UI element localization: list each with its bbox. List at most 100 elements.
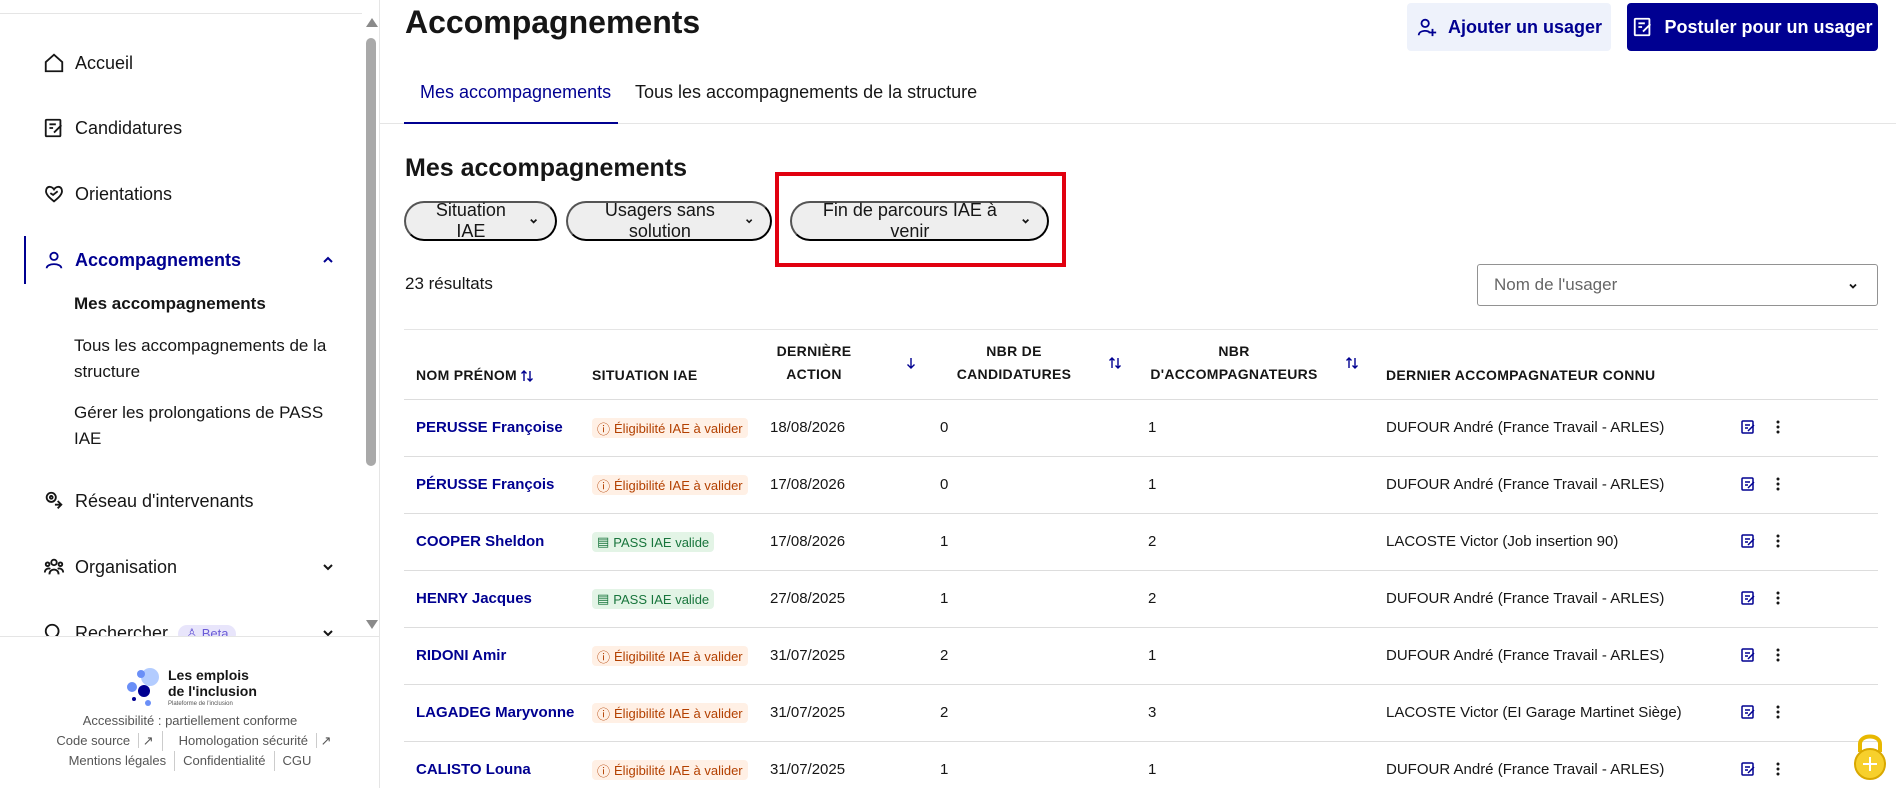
- sidebar-item-reseau[interactable]: Réseau d'intervenants: [0, 488, 362, 514]
- app-root: Accueil Candidatures Orientations Accomp…: [0, 0, 1896, 788]
- col-dernier-accompagnateur: DERNIER ACCOMPAGNATEUR CONNU: [1386, 367, 1656, 383]
- sidebar-scrollbar[interactable]: [364, 14, 378, 636]
- sidebar-item-accueil[interactable]: Accueil: [0, 50, 362, 76]
- chevron-down-icon: [1021, 219, 1029, 224]
- footer-link-confidentialite[interactable]: Confidentialité: [175, 751, 275, 771]
- tab-mes-accompagnements[interactable]: Mes accompagnements: [420, 82, 611, 103]
- sort-both-icon[interactable]: [1345, 356, 1359, 370]
- status-badge: ⓘ Éligibilité IAE à valider: [592, 475, 748, 495]
- sidebar-subitem-tous-accompagnements[interactable]: Tous les accompagnements de la structure: [74, 333, 354, 385]
- col-nbr-candidatures[interactable]: NBR DE CANDIDATURES: [944, 340, 1084, 386]
- more-options-icon[interactable]: [1770, 533, 1786, 549]
- apply-edit-icon[interactable]: [1740, 590, 1756, 606]
- more-options-icon[interactable]: [1770, 704, 1786, 720]
- user-name-link[interactable]: HENRY Jacques: [416, 590, 532, 607]
- emplois-inclusion-logo[interactable]: Les emplois de l'inclusion Plateforme de …: [122, 665, 282, 709]
- sidebar-subitem-mes-accompagnements[interactable]: Mes accompagnements: [74, 291, 354, 317]
- sidebar-item-label: Accompagnements: [75, 249, 242, 270]
- last-action-date: 31/07/2025: [770, 761, 846, 778]
- col-derniere-action[interactable]: DERNIÈRE ACTION: [754, 340, 874, 386]
- apply-edit-icon[interactable]: [1740, 533, 1756, 549]
- nb-candidatures: 1: [940, 590, 949, 607]
- scroll-up-arrow-icon[interactable]: [366, 18, 378, 27]
- apply-edit-icon[interactable]: [1740, 761, 1756, 777]
- user-name-link[interactable]: PERUSSE Françoise: [416, 419, 563, 436]
- nb-accompagnateurs: 2: [1148, 533, 1157, 550]
- last-accompagnateur: DUFOUR André (France Travail - ARLES): [1386, 761, 1665, 778]
- tab-tous-accompagnements[interactable]: Tous les accompagnements de la structure: [635, 82, 977, 103]
- apply-edit-icon[interactable]: [1740, 419, 1756, 435]
- table-header: NOM PRÉNOM SITUATION IAE DERNIÈRE ACTION …: [404, 329, 1878, 400]
- more-options-icon[interactable]: [1770, 476, 1786, 492]
- sort-down-icon[interactable]: [904, 356, 918, 370]
- more-options-icon[interactable]: [1770, 419, 1786, 435]
- sidebar-item-candidatures[interactable]: Candidatures: [0, 115, 362, 141]
- warning-circle-icon: ⓘ: [597, 763, 611, 779]
- user-name-link[interactable]: RIDONI Amir: [416, 647, 506, 664]
- apply-for-user-button[interactable]: Postuler pour un usager: [1627, 3, 1878, 51]
- warning-circle-icon: ⓘ: [597, 649, 611, 665]
- scroll-down-arrow-icon[interactable]: [366, 620, 378, 629]
- footer-link-homologation[interactable]: Homologation sécurité ↗: [163, 731, 340, 751]
- chevron-up-icon: [323, 256, 333, 263]
- warning-circle-icon: ⓘ: [597, 478, 611, 494]
- sidebar-subitem-prolongations[interactable]: Gérer les prolongations de PASS IAE: [74, 400, 354, 452]
- user-name-link[interactable]: COOPER Sheldon: [416, 533, 544, 550]
- sort-both-icon[interactable]: [520, 369, 534, 383]
- home-icon: [42, 51, 66, 75]
- sidebar-item-accompagnements[interactable]: Accompagnements: [0, 247, 362, 273]
- sort-both-icon[interactable]: [1108, 356, 1122, 370]
- more-options-icon[interactable]: [1770, 761, 1786, 777]
- apply-edit-icon[interactable]: [1740, 647, 1756, 663]
- footer-link-code-source[interactable]: Code source ↗: [40, 731, 163, 751]
- footer-link-mentions[interactable]: Mentions légales: [61, 751, 176, 771]
- results-count: 23 résultats: [405, 274, 493, 293]
- user-name-select[interactable]: Nom de l'usager: [1477, 264, 1878, 306]
- sidebar: Accueil Candidatures Orientations Accomp…: [0, 0, 380, 788]
- footer-link-cgu[interactable]: CGU: [275, 751, 320, 771]
- footer-link-accessibilite[interactable]: Accessibilité : partiellement conforme: [75, 711, 306, 731]
- sidebar-item-label: Orientations: [75, 183, 173, 204]
- nb-candidatures: 0: [940, 419, 949, 436]
- user-add-icon: [1417, 18, 1437, 37]
- id-card-icon: ▤: [597, 534, 610, 549]
- user-name-link[interactable]: LAGADEG Maryvonne: [416, 704, 574, 721]
- logo-dots-icon: [127, 668, 159, 706]
- col-situation-iae: SITUATION IAE: [592, 367, 698, 383]
- edit-document-icon: [1634, 17, 1652, 37]
- col-nbr-accompagnateurs[interactable]: NBR D'ACCOMPAGNATEURS: [1144, 340, 1324, 386]
- filter-situation-iae[interactable]: Situation IAE: [404, 200, 557, 241]
- user-name-link[interactable]: CALISTO Louna: [416, 761, 531, 778]
- scrollbar-thumb[interactable]: [366, 38, 376, 466]
- col-nom-prenom[interactable]: NOM PRÉNOM: [416, 364, 517, 387]
- more-options-icon[interactable]: [1770, 647, 1786, 663]
- id-card-icon: ▤: [597, 591, 610, 606]
- map-pin-icon: [42, 489, 66, 513]
- last-accompagnateur: LACOSTE Victor (Job insertion 90): [1386, 533, 1619, 550]
- last-action-date: 27/08/2025: [770, 590, 846, 607]
- page-title: Accompagnements: [405, 4, 701, 40]
- filter-fin-parcours-iae[interactable]: Fin de parcours IAE à venir: [790, 200, 1049, 241]
- apply-edit-icon[interactable]: [1740, 476, 1756, 492]
- add-user-button[interactable]: Ajouter un usager: [1407, 3, 1611, 51]
- more-options-icon[interactable]: [1770, 590, 1786, 606]
- filter-usagers-sans-solution[interactable]: Usagers sans solution: [566, 200, 772, 241]
- warning-circle-icon: ⓘ: [597, 706, 611, 722]
- apply-edit-icon[interactable]: [1740, 704, 1756, 720]
- sidebar-item-orientations[interactable]: Orientations: [0, 181, 362, 207]
- sidebar-item-organisation[interactable]: Organisation: [0, 554, 362, 580]
- logo-subtitle: Plateforme de l'inclusion: [168, 701, 233, 707]
- last-accompagnateur: DUFOUR André (France Travail - ARLES): [1386, 476, 1665, 493]
- sidebar-item-rechercher[interactable]: Rechercher ♙ Beta: [0, 620, 362, 636]
- team-icon: [42, 555, 66, 579]
- user-name-link[interactable]: PÉRUSSE François: [416, 476, 554, 493]
- sidebar-item-label: Rechercher ♙ Beta: [75, 623, 237, 636]
- table-row: CALISTO Louna ⓘ Éligibilité IAE à valider 3…: [404, 742, 1878, 788]
- last-action-date: 17/08/2026: [770, 476, 846, 493]
- active-tab-underline: [404, 122, 618, 124]
- accompagnements-table: NOM PRÉNOM SITUATION IAE DERNIÈRE ACTION …: [404, 329, 1878, 788]
- lock-icon[interactable]: [1850, 730, 1890, 782]
- select-placeholder: Nom de l'usager: [1494, 275, 1618, 294]
- status-badge: ⓘ Éligibilité IAE à valider: [592, 703, 748, 723]
- last-action-date: 31/07/2025: [770, 647, 846, 664]
